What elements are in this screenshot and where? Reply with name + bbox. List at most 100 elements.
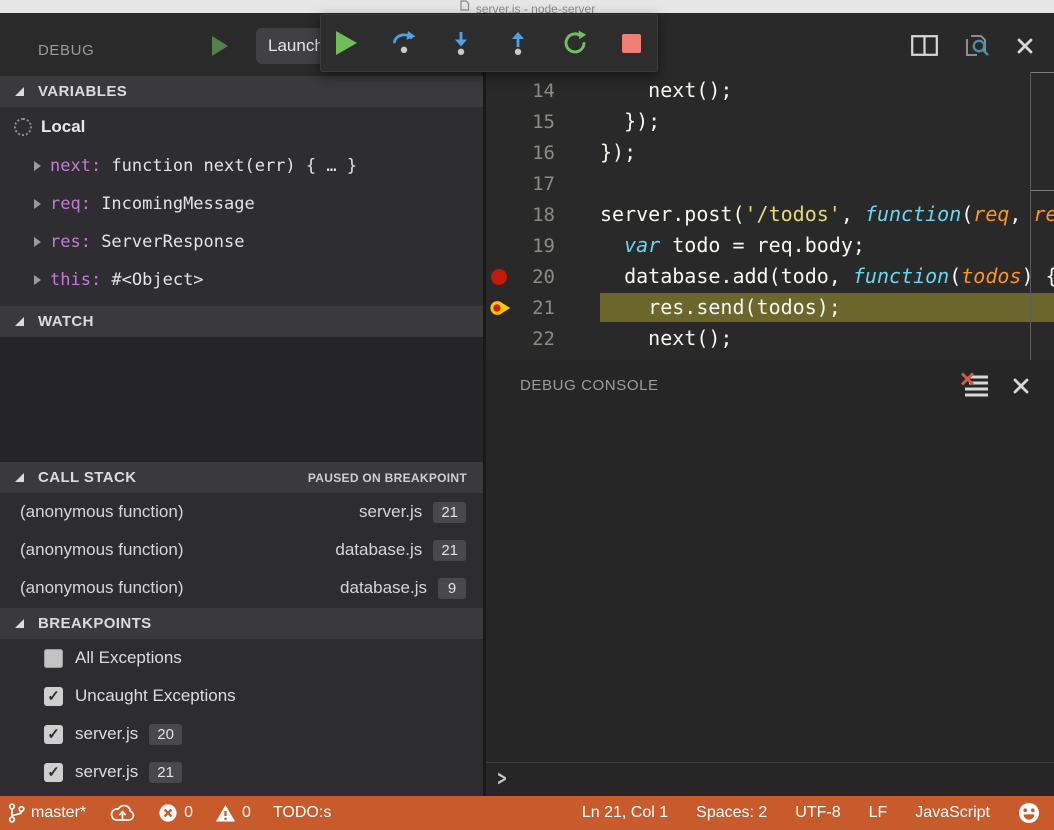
encoding-item[interactable]: UTF-8 [795,804,840,822]
watch-section-header[interactable]: WATCH [0,306,483,337]
sync-item[interactable] [108,803,136,823]
variable-row[interactable]: req: IncomingMessage [0,185,483,223]
variable-value: function next(err) { … } [111,156,357,176]
code-line: 23 }); [486,354,1054,360]
status-bar: master* 0 0 [0,796,1054,830]
breakpoint-checkbox[interactable] [44,649,63,668]
indentation-item[interactable]: Spaces: 2 [696,804,767,822]
callstack-section-header[interactable]: CALL STACK PAUSED ON BREAKPOINT [0,462,483,493]
debug-console-header: DEBUG CONSOLE [486,360,1054,410]
step-over-icon [391,30,417,56]
start-debugging-button[interactable] [212,36,228,56]
code-lines: 14 next();15 });16});1718server.post('/t… [486,75,1054,360]
language-mode-label: JavaScript [915,804,990,822]
errors-item[interactable]: 0 [158,803,193,823]
code-text: database.add(todo, function(todos) { [600,262,1054,291]
scrollbar-edge [1031,72,1054,73]
launch-config-label: Launch [268,36,324,56]
step-over-button[interactable] [383,21,425,65]
loading-spinner-icon [14,118,32,136]
encoding-label: UTF-8 [795,804,840,822]
line-number: 17 [513,173,555,195]
code-line: 20 database.add(todo, function(todos) { [486,261,1054,292]
chevron-right-icon [34,275,41,285]
open-preview-button[interactable] [962,33,992,58]
variable-row[interactable]: next: function next(err) { … } [0,147,483,185]
frame-file: database.js [335,540,422,560]
variable-name: next: [50,156,111,176]
line-number: 19 [513,235,555,257]
breakpoints-section-header[interactable]: BREAKPOINTS [0,608,483,639]
macos-titlebar: server.js - node-server [0,0,1054,13]
close-console-button[interactable] [1012,377,1030,395]
line-number: 22 [513,328,555,350]
stop-button[interactable] [611,21,653,65]
breakpoint-row[interactable]: server.js21 [0,753,483,791]
breakpoint-line-badge: 21 [149,762,182,783]
clear-console-icon [960,372,990,399]
scrollbar-track[interactable] [1030,72,1031,360]
breakpoint-checkbox[interactable] [44,725,63,744]
code-line: 18server.post('/todos', function(req, re… [486,199,1054,230]
clear-console-button[interactable] [960,372,990,399]
breakpoint-label: server.js [75,724,138,744]
watch-section-label: WATCH [38,313,94,330]
cursor-position-item[interactable]: Ln 21, Col 1 [582,804,668,822]
callstack-frame[interactable]: (anonymous function)database.js21 [0,531,483,569]
variable-row[interactable]: res: ServerResponse [0,223,483,261]
step-out-button[interactable] [497,21,539,65]
close-icon [1012,377,1030,395]
callstack-frame[interactable]: (anonymous function)database.js9 [0,569,483,607]
watch-panel [0,337,483,462]
breakpoint-checkbox[interactable] [44,687,63,706]
breakpoint-row[interactable]: All Exceptions [0,639,483,677]
restart-button[interactable] [554,21,596,65]
cursor-position-label: Ln 21, Col 1 [582,804,668,822]
variable-row[interactable]: this: #<Object> [0,261,483,299]
variables-items: next: function next(err) { … }req: Incom… [0,147,483,299]
feedback-item[interactable] [1018,802,1040,824]
warnings-item[interactable]: 0 [215,804,251,823]
line-number: 18 [513,204,555,226]
warning-icon [215,804,236,823]
continue-button[interactable] [326,21,368,65]
console-actions [960,372,1030,399]
git-branch-item[interactable]: master* [8,803,86,823]
frame-file: server.js [359,502,422,522]
split-editor-button[interactable] [911,35,938,56]
current-instruction-icon[interactable] [486,298,513,318]
breakpoint-checkbox[interactable] [44,763,63,782]
debug-toolbar [320,14,658,72]
current-line-pointer-icon [489,298,513,318]
close-editor-button[interactable] [1016,37,1034,55]
git-branch-label: master* [31,804,86,822]
breakpoint-icon[interactable] [486,269,513,285]
scrollbar-edge [1031,190,1054,191]
variables-section-header[interactable]: VARIABLES [0,76,483,107]
line-number: 14 [513,80,555,102]
callstack-frame[interactable]: (anonymous function)server.js21 [0,493,483,531]
scope-label: Local [41,117,85,137]
preview-search-icon [962,33,992,58]
line-number: 21 [513,297,555,319]
step-into-button[interactable] [440,21,482,65]
section-expanded-icon [15,473,24,482]
breakpoint-dot [491,269,507,285]
status-bar-left: master* 0 0 [8,803,353,823]
code-line: 16}); [486,137,1054,168]
eol-item[interactable]: LF [869,804,888,822]
line-number: 20 [513,266,555,288]
language-mode-item[interactable]: JavaScript [915,804,990,822]
code-text: }); [600,138,1054,167]
console-input[interactable]: > [486,762,1054,793]
todo-item[interactable]: TODO:s [273,804,331,822]
breakpoint-row[interactable]: Uncaught Exceptions [0,677,483,715]
line-number: 16 [513,142,555,164]
scope-row[interactable]: Local [0,107,483,147]
restart-icon [562,30,588,56]
cloud-upload-icon [108,803,136,823]
editor-actions [911,33,1034,58]
indentation-label: Spaces: 2 [696,804,767,822]
prompt-chevron-icon: > [498,765,507,791]
breakpoint-row[interactable]: server.js20 [0,715,483,753]
